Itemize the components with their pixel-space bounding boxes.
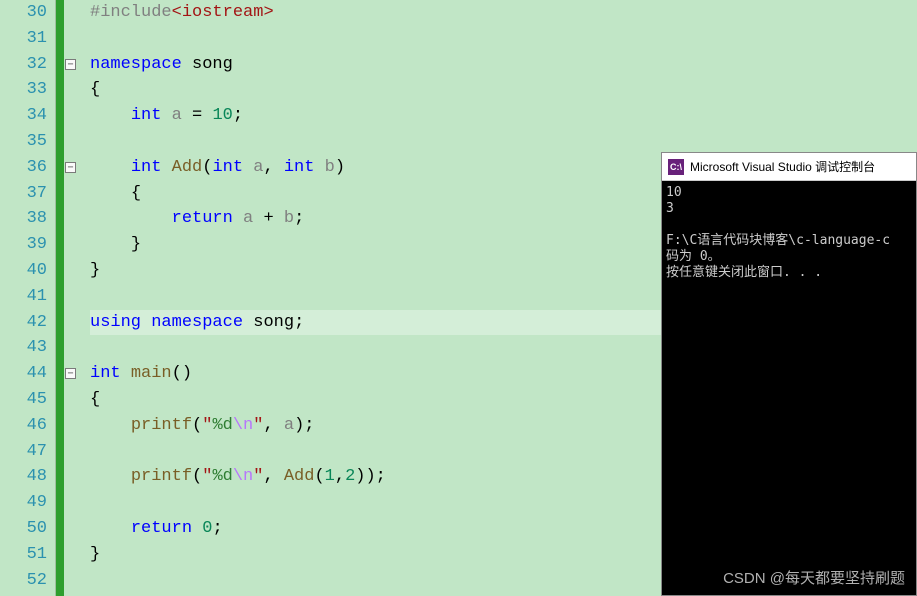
line-number: 32 <box>0 52 47 78</box>
line-number: 51 <box>0 542 47 568</box>
line-number: 39 <box>0 232 47 258</box>
line-number: 33 <box>0 77 47 103</box>
fold-toggle-icon[interactable] <box>65 162 76 173</box>
line-number: 43 <box>0 335 47 361</box>
line-number: 34 <box>0 103 47 129</box>
fold-toggle-icon[interactable] <box>65 59 76 70</box>
debug-console-window[interactable]: C:\ Microsoft Visual Studio 调试控制台 10 3 F… <box>661 152 917 596</box>
line-number: 49 <box>0 490 47 516</box>
change-margin <box>56 0 64 596</box>
watermark: CSDN @每天都要坚持刷题 <box>723 567 905 588</box>
fold-toggle-icon[interactable] <box>65 368 76 379</box>
line-number: 50 <box>0 516 47 542</box>
line-number: 42 <box>0 310 47 336</box>
code-line-31[interactable] <box>90 26 917 52</box>
code-line-30[interactable]: #include<iostream> <box>90 0 917 26</box>
console-title-text: Microsoft Visual Studio 调试控制台 <box>690 158 875 175</box>
line-number: 31 <box>0 26 47 52</box>
line-number: 37 <box>0 181 47 207</box>
visual-studio-icon: C:\ <box>668 159 684 175</box>
code-line-32[interactable]: namespace song <box>90 52 917 78</box>
line-number: 35 <box>0 129 47 155</box>
fold-column <box>64 0 78 596</box>
console-output[interactable]: 10 3 F:\C语言代码块博客\c-language-c 码为 0。 按任意键… <box>662 181 916 595</box>
line-number: 48 <box>0 464 47 490</box>
line-number: 30 <box>0 0 47 26</box>
line-number: 45 <box>0 387 47 413</box>
line-number: 52 <box>0 568 47 594</box>
line-number: 36 <box>0 155 47 181</box>
code-line-35[interactable] <box>90 129 917 155</box>
line-number: 46 <box>0 413 47 439</box>
line-number: 41 <box>0 284 47 310</box>
code-line-33[interactable]: { <box>90 77 917 103</box>
line-number: 44 <box>0 361 47 387</box>
console-titlebar[interactable]: C:\ Microsoft Visual Studio 调试控制台 <box>662 153 916 181</box>
line-number: 38 <box>0 206 47 232</box>
code-line-34[interactable]: int a = 10; <box>90 103 917 129</box>
line-number: 40 <box>0 258 47 284</box>
line-number: 47 <box>0 439 47 465</box>
line-number-gutter: 3031323334353637383940414243444546474849… <box>0 0 56 596</box>
